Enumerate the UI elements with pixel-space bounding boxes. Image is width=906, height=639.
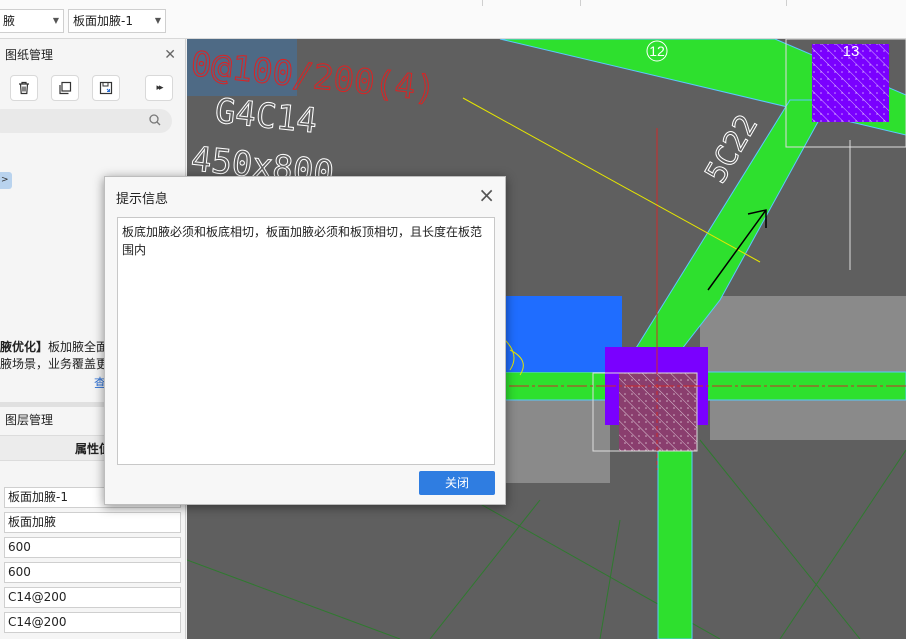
blue-block: [500, 296, 622, 372]
axis-label-13: 13: [843, 43, 860, 60]
news-highlight: 腋优化】: [0, 340, 49, 354]
search-input[interactable]: [0, 109, 172, 133]
chevron-down-icon: ▼: [154, 16, 161, 25]
axis-label-12: 12: [649, 43, 665, 59]
search-icon: [149, 114, 161, 126]
news-text: 板加腋全面: [48, 340, 109, 354]
app-window: 腋 ▼ 板面加腋-1 ▼ 图纸管理 ✕ ▸▸ > 腋优化】板加腋全面 腋场景，业…: [0, 0, 906, 639]
slab-region: [700, 296, 906, 374]
layer-panel-title: 图层管理: [5, 413, 54, 427]
slab-region: [710, 400, 906, 440]
copy-button[interactable]: [51, 75, 79, 101]
property-field[interactable]: 600: [4, 562, 181, 583]
dialog-title: 提示信息: [116, 192, 169, 207]
top-toolbar: 腋 ▼ 板面加腋-1 ▼: [0, 0, 906, 39]
more-button[interactable]: ▸▸: [145, 75, 173, 101]
component-type-value: 腋: [3, 14, 16, 28]
rebar-annotation: G4C14: [213, 91, 319, 141]
property-field[interactable]: 板面加腋: [4, 512, 181, 533]
info-dialog: 提示信息 × 板底加腋必须和板底相切，板面加腋必须和板顶相切，且长度在板范围内 …: [104, 176, 506, 505]
double-chevron-right-icon: ▸▸: [156, 83, 163, 93]
close-button[interactable]: 关闭: [419, 471, 495, 495]
expand-handle[interactable]: >: [0, 172, 12, 189]
export-button[interactable]: [92, 75, 120, 101]
chevron-down-icon: ▼: [52, 16, 59, 25]
delete-button[interactable]: [10, 75, 38, 101]
toolbar-divider: [786, 0, 787, 6]
close-icon[interactable]: ×: [478, 183, 495, 207]
component-type-combo[interactable]: 腋 ▼: [0, 9, 64, 33]
toolbar-divider: [482, 0, 483, 6]
component-name-combo[interactable]: 板面加腋-1 ▼: [68, 9, 166, 33]
column-dots: [619, 373, 697, 451]
property-field[interactable]: 600: [4, 537, 181, 558]
drawing-panel-title: 图纸管理: [5, 48, 54, 62]
drawing-panel-header: 图纸管理 ✕: [0, 41, 186, 69]
save-icon: [99, 81, 113, 95]
property-field[interactable]: C14@200: [4, 612, 181, 633]
toolbar-divider: [580, 0, 581, 6]
property-field[interactable]: C14@200: [4, 587, 181, 608]
trash-icon: [19, 81, 29, 95]
copy-icon: [59, 81, 72, 95]
beam: [657, 419, 693, 639]
component-name-value: 板面加腋-1: [73, 14, 133, 28]
close-icon[interactable]: ✕: [164, 41, 176, 69]
dialog-message: 板底加腋必须和板底相切，板面加腋必须和板顶相切，且长度在板范围内: [117, 217, 495, 465]
